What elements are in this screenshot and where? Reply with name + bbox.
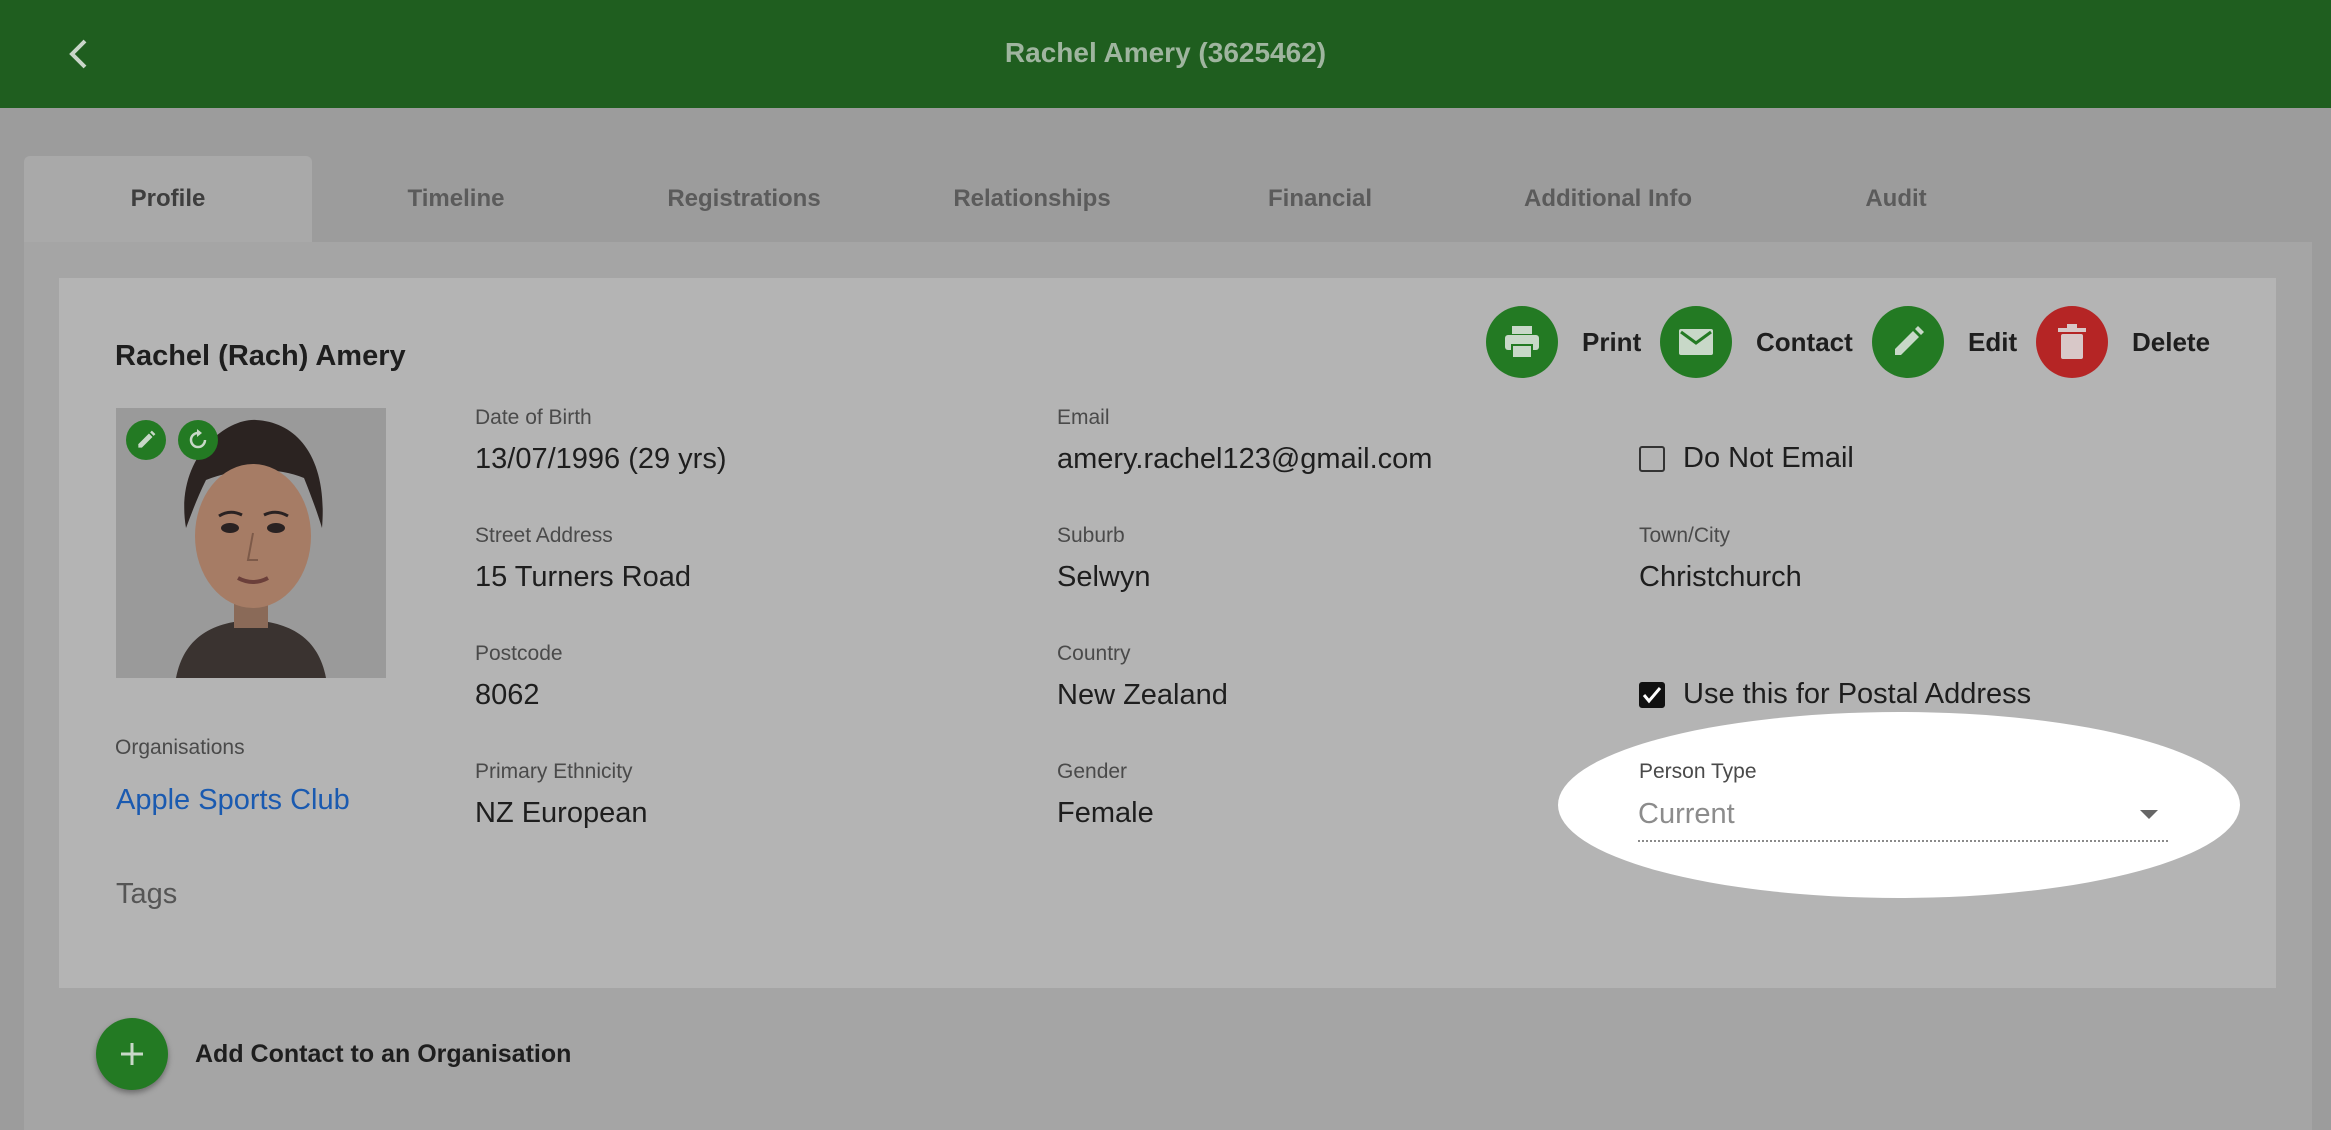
print-label: Print bbox=[1582, 326, 1642, 357]
contact-icon-circle bbox=[1660, 306, 1732, 378]
country-value: New Zealand bbox=[1057, 679, 1228, 711]
email-value: amery.rachel123@gmail.com bbox=[1057, 443, 1433, 475]
app-header: Rachel Amery (3625462) bbox=[0, 0, 2331, 108]
town-city-label: Town/City bbox=[1639, 524, 1731, 547]
add-contact-to-organisation-button[interactable]: Add Contact to an Organisation bbox=[96, 1018, 571, 1090]
street-address-value: 15 Turners Road bbox=[475, 561, 692, 593]
suburb-label: Suburb bbox=[1057, 524, 1125, 547]
suburb-value: Selwyn bbox=[1057, 561, 1151, 593]
postal-address-label: Use this for Postal Address bbox=[1683, 678, 2032, 710]
person-type-label: Person Type bbox=[1639, 760, 1757, 783]
dob-value: 13/07/1996 (29 yrs) bbox=[475, 443, 727, 475]
profile-name: Rachel (Rach) Amery bbox=[115, 340, 406, 372]
postal-address-checkbox[interactable]: Use this for Postal Address bbox=[1639, 678, 2031, 711]
organisations-label: Organisations bbox=[115, 736, 245, 759]
rotate-icon bbox=[189, 429, 207, 449]
dob-label: Date of Birth bbox=[475, 406, 592, 429]
tab-timeline[interactable]: Timeline bbox=[312, 156, 600, 242]
printer-icon bbox=[1505, 326, 1539, 359]
trash-icon bbox=[2058, 324, 2086, 359]
edit-photo-button[interactable] bbox=[126, 420, 166, 460]
edit-button[interactable]: Edit bbox=[1872, 306, 2017, 378]
tab-relationships[interactable]: Relationships bbox=[888, 156, 1176, 242]
tab-profile[interactable]: Profile bbox=[24, 156, 312, 242]
tab-additional-info[interactable]: Additional Info bbox=[1464, 156, 1752, 242]
add-fab bbox=[96, 1018, 168, 1090]
checkbox-checked bbox=[1639, 681, 1665, 708]
checkmark-icon bbox=[1642, 686, 1662, 703]
do-not-email-label: Do Not Email bbox=[1683, 442, 1854, 474]
postcode-label: Postcode bbox=[475, 642, 563, 665]
add-contact-label: Add Contact to an Organisation bbox=[195, 1039, 572, 1068]
pencil-icon bbox=[1895, 326, 1924, 355]
envelope-icon bbox=[1679, 329, 1713, 355]
print-button[interactable]: Print bbox=[1486, 306, 1641, 378]
tab-financial[interactable]: Financial bbox=[1176, 156, 1464, 242]
do-not-email-checkbox[interactable]: Do Not Email bbox=[1639, 442, 1854, 475]
ethnicity-value: NZ European bbox=[475, 797, 648, 829]
street-address-label: Street Address bbox=[475, 524, 613, 547]
email-label: Email bbox=[1057, 406, 1110, 429]
tab-registrations[interactable]: Registrations bbox=[600, 156, 888, 242]
profile-photo bbox=[116, 408, 386, 678]
edit-label: Edit bbox=[1968, 326, 2018, 357]
tab-audit[interactable]: Audit bbox=[1752, 156, 2040, 242]
checkbox-unchecked bbox=[1639, 445, 1665, 472]
postcode-value: 8062 bbox=[475, 679, 540, 711]
ethnicity-label: Primary Ethnicity bbox=[475, 760, 633, 783]
dropdown-caret-icon bbox=[2140, 810, 2158, 819]
gender-value: Female bbox=[1057, 797, 1154, 829]
person-type-select[interactable]: Current bbox=[1638, 796, 2168, 842]
delete-label: Delete bbox=[2132, 326, 2211, 357]
rotate-photo-button[interactable] bbox=[178, 420, 218, 460]
page-title: Rachel Amery (3625462) bbox=[1004, 37, 1327, 68]
contact-label: Contact bbox=[1756, 326, 1853, 357]
organisation-link[interactable]: Apple Sports Club bbox=[116, 784, 350, 817]
person-type-value: Current bbox=[1638, 798, 1735, 830]
edit-icon-circle bbox=[1872, 306, 1944, 378]
plus-icon bbox=[121, 1043, 143, 1065]
contact-button[interactable]: Contact bbox=[1660, 306, 1853, 378]
town-city-value: Christchurch bbox=[1639, 561, 1802, 593]
gender-label: Gender bbox=[1057, 760, 1128, 783]
print-icon-circle bbox=[1486, 306, 1558, 378]
country-label: Country bbox=[1057, 642, 1131, 665]
delete-icon-circle bbox=[2036, 306, 2108, 378]
tags-label: Tags bbox=[116, 878, 178, 910]
tab-bar: Profile Timeline Registrations Relations… bbox=[24, 156, 2312, 242]
delete-button[interactable]: Delete bbox=[2036, 306, 2210, 378]
pencil-icon bbox=[138, 430, 156, 448]
